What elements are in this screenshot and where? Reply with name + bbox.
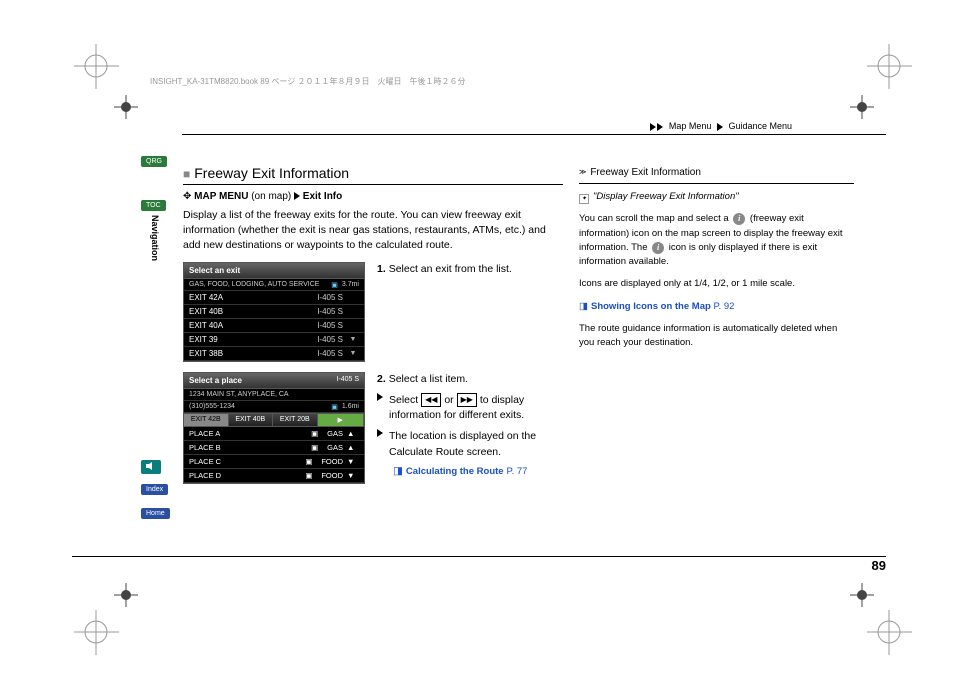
screen-addr: 1234 MAIN ST, ANYPLACE, CA (184, 389, 364, 401)
place-row: PLACE D▣FOOD▼ (184, 469, 364, 483)
prev-icon: ◀◀ (421, 393, 441, 407)
voice-command: ✦"Display Freeway Exit Information" (579, 190, 854, 204)
chevron-icon (647, 121, 666, 131)
chevron-icon (294, 192, 300, 200)
place-row: PLACE A▣GAS▲ (184, 427, 364, 441)
tab-qrg[interactable]: QRG (141, 156, 167, 167)
side-p3: The route guidance information is automa… (579, 322, 854, 351)
book-info: INSIGHT_KA-31TM8820.book 89 ページ ２０１１年８月９… (150, 76, 465, 87)
place-row: PLACE B▣GAS▲ (184, 441, 364, 455)
reg-mark (850, 95, 874, 119)
exit-tab: EXIT 40B (229, 414, 274, 426)
info-icon: i (652, 242, 664, 254)
side-p1: You can scroll the map and select a i (f… (579, 212, 854, 269)
exit-tab: EXIT 42B (184, 414, 229, 426)
link-calc-route[interactable]: Calculating the Route (406, 466, 504, 477)
next-tab-icon: ▶ (318, 414, 365, 426)
side-p2: Icons are displayed only at 1/4, 1/2, or… (579, 277, 854, 291)
tab-toc[interactable]: TOC (141, 200, 166, 211)
tab-home[interactable]: Home (141, 508, 170, 519)
crop-mark (867, 610, 912, 655)
breadcrumb: Map Menu Guidance Menu (647, 121, 792, 131)
menu-b: (on map) (251, 191, 291, 202)
crop-mark (867, 44, 912, 89)
breadcrumb-a: Map Menu (669, 121, 712, 131)
place-row: PLACE C▣FOOD▼ (184, 455, 364, 469)
link-page[interactable]: P. 92 (713, 301, 734, 312)
speaker-icon (146, 462, 156, 470)
section-title: Freeway Exit Information (194, 165, 349, 181)
exit-tab: EXIT 20B (273, 414, 318, 426)
reg-mark (850, 583, 874, 607)
exit-tabs: EXIT 42B EXIT 40B EXIT 20B ▶ (184, 413, 364, 427)
side-title: Freeway Exit Information (590, 167, 701, 178)
reg-mark (114, 583, 138, 607)
divider (182, 134, 886, 135)
intro-text: Display a list of the freeway exits for … (183, 208, 563, 254)
screen-title: Select an exit (184, 263, 364, 279)
step-2-text: Select a list item. (389, 373, 468, 385)
screen-title: Select a placeI-405 S (184, 373, 364, 389)
chevron-icon (377, 429, 383, 437)
tab-index[interactable]: Index (141, 484, 168, 495)
nav-icon: ✥ (183, 191, 191, 202)
exit-row: EXIT 40BI-405 S (184, 305, 364, 319)
screenshot-select-exit: Select an exit GAS, FOOD, LODGING, AUTO … (183, 262, 365, 362)
exit-row: EXIT 40AI-405 S (184, 319, 364, 333)
voice-icon: ✦ (579, 194, 589, 204)
crop-mark (74, 44, 119, 89)
link-icons-map[interactable]: Showing Icons on the Map (591, 301, 711, 312)
section-title-row: ■ Freeway Exit Information (183, 165, 563, 185)
section-label: Navigation (150, 215, 160, 261)
page-number: 89 (72, 556, 886, 573)
side-bullet-icon: ≫ (579, 169, 586, 176)
link-page[interactable]: P. 77 (507, 466, 528, 477)
step-1-text: Select an exit from the list. (389, 263, 512, 275)
side-title-row: ≫ Freeway Exit Information (579, 165, 854, 184)
square-bullet-icon: ■ (183, 167, 190, 181)
link-icon: ◨ (579, 301, 588, 312)
next-icon: ▶▶ (457, 393, 477, 407)
chevron-icon (377, 393, 383, 401)
chevron-icon (717, 123, 723, 131)
step-2a: Select ◀◀ or ▶▶ to display information f… (389, 393, 563, 423)
screen-subtitle: GAS, FOOD, LODGING, AUTO SERVICE3.7mi▣ (184, 279, 364, 291)
menu-c: Exit Info (303, 191, 342, 202)
exit-row: EXIT 42AI-405 S (184, 291, 364, 305)
breadcrumb-b: Guidance Menu (728, 121, 792, 131)
tab-audio[interactable] (141, 460, 161, 474)
menu-path: ✥ MAP MENU (on map) Exit Info (183, 191, 563, 202)
crop-mark (74, 610, 119, 655)
screen-phone: (310)555-12341.6mi▣ (184, 401, 364, 413)
step-2b: The location is displayed on the Calcula… (389, 429, 563, 459)
screenshot-select-place: Select a placeI-405 S 1234 MAIN ST, ANYP… (183, 372, 365, 484)
exit-row: EXIT 38BI-405 S▼ (184, 347, 364, 361)
exit-row: EXIT 39I-405 S▼ (184, 333, 364, 347)
reg-mark (114, 95, 138, 119)
link-icon: ◨ (393, 465, 403, 477)
info-icon: i (733, 213, 745, 225)
menu-a: MAP MENU (194, 191, 248, 202)
